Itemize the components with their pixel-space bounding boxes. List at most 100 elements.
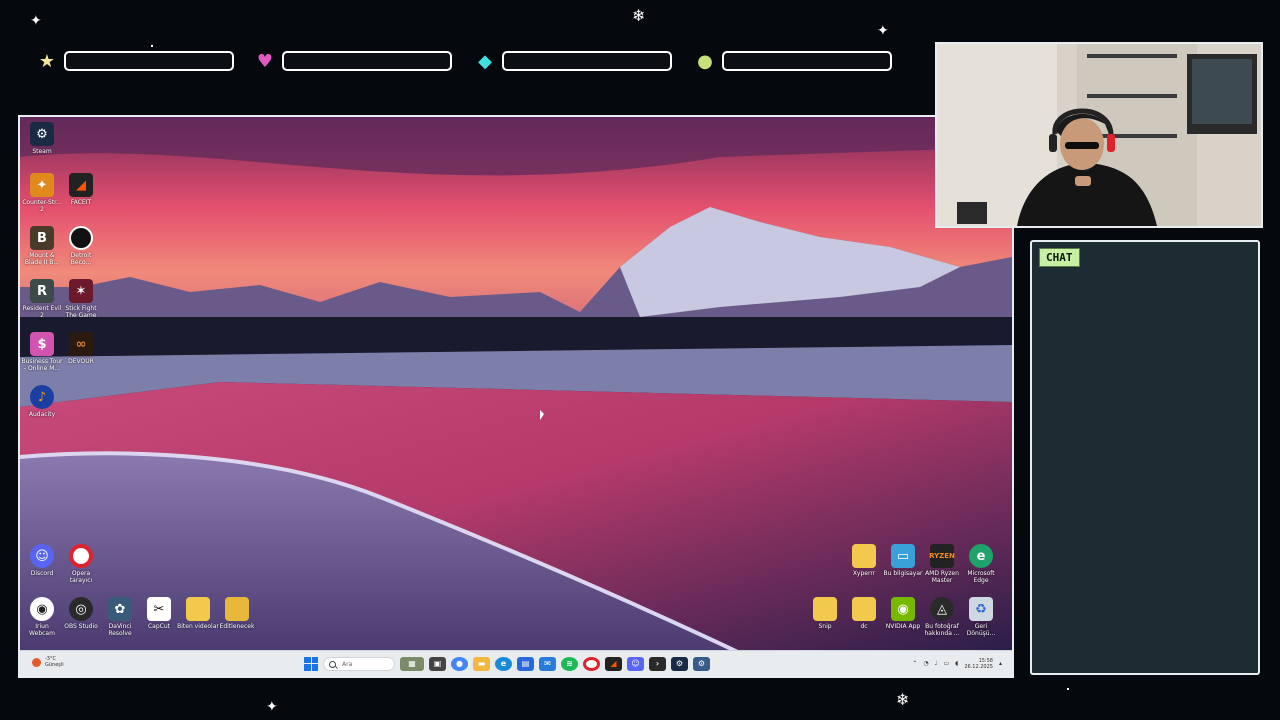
cyan-diamond-icon: ◆ <box>478 51 492 72</box>
mail-icon[interactable]: ✉ <box>539 656 556 671</box>
dot-icon <box>1067 688 1069 690</box>
desktop-icon-steam[interactable]: ⚙ Steam <box>20 122 64 155</box>
amd-ryzen-icon: RYZEN <box>929 544 955 568</box>
store-icon[interactable]: ▤ <box>517 656 534 671</box>
task-view-icon[interactable]: ▣ <box>429 656 446 671</box>
taskbar-clock[interactable]: 15:58 26.12.2025 <box>964 658 993 670</box>
mouse-cursor-icon <box>540 410 544 420</box>
recycle-bin-icon: ♻ <box>969 597 993 621</box>
desktop-icon-nvidia-app[interactable]: ◉ NVIDIA App <box>881 597 925 630</box>
chrome-icon[interactable]: ● <box>451 656 468 671</box>
microphone-icon[interactable]: ♩ <box>935 660 938 667</box>
desktop-icon-audacity[interactable]: ♪ Audacity <box>20 385 64 418</box>
steam-icon[interactable]: ⚙ <box>671 656 688 671</box>
resident-evil-icon: R <box>30 279 54 303</box>
desktop-icon-iriun-webcam[interactable]: ◉ Iriun Webcam <box>20 597 64 637</box>
desktop-icon-capcut[interactable]: ✂ CapCut <box>137 597 181 630</box>
desktop-icon-davinci-resolve[interactable]: ✿ DaVinci Resolve <box>98 597 142 637</box>
widgets-icon[interactable]: ▦ <box>400 656 424 671</box>
folder-icon <box>225 597 249 621</box>
taskbar-apps: Ara ▦ ▣ ● ▬ e ▤ ✉ ≋ ◢ ☺ › ⚙ ⚙ <box>304 655 710 672</box>
desktop-icon-bannerlord[interactable]: B Mount & Blade II B... <box>20 226 64 266</box>
chat-title: CHAT <box>1039 248 1080 267</box>
green-circle-icon: ● <box>697 51 713 72</box>
opera-icon[interactable] <box>583 656 600 671</box>
system-tray: ⌃ ◔ ♩ ▭ ◖ 15:58 26.12.2025 ▴ <box>912 655 1002 672</box>
folder-icon <box>852 544 876 568</box>
bannerlord-icon: B <box>30 226 54 250</box>
counter-strike-icon: ✦ <box>30 173 54 197</box>
nvidia-icon: ◉ <box>891 597 915 621</box>
edge-icon: e <box>969 544 993 568</box>
desktop-icon-microsoft-edge[interactable]: e Microsoft Edge <box>959 544 1003 584</box>
snowflake-icon: ❄ <box>896 690 910 709</box>
chat-panel: CHAT <box>1030 240 1260 675</box>
desktop-icon-counter-strike[interactable]: ✦ Counter-Str... 2 <box>20 173 64 213</box>
desktop-icon-detroit[interactable]: Detroit Beco... <box>59 226 103 266</box>
badge-bar <box>282 51 452 71</box>
dot-icon <box>151 45 153 47</box>
steam-icon: ⚙ <box>30 122 54 146</box>
desktop-icon-opera[interactable]: Opera tarayıcı <box>59 544 103 584</box>
desktop-icon-obs-studio[interactable]: ◎ OBS Studio <box>59 597 103 630</box>
stick-fight-icon: ✶ <box>69 279 93 303</box>
terminal-icon[interactable]: › <box>649 656 666 671</box>
desktop-icon-biten-videolar[interactable]: Biten videolar <box>176 597 220 630</box>
windows-taskbar: -3°C Güneşli Ara ▦ ▣ ● ▬ e ▤ ✉ ≋ ◢ ☺ › ⚙… <box>20 650 1012 676</box>
capcut-icon: ✂ <box>147 597 171 621</box>
yellow-star-icon: ★ <box>38 51 56 72</box>
desktop-icon-xyperrr[interactable]: Xyperrr <box>842 544 886 577</box>
desktop-icon-discord[interactable]: ☺ Discord <box>20 544 64 577</box>
desktop-icon-faceit[interactable]: ◢ FACEIT <box>59 173 103 206</box>
network-icon[interactable]: ◔ <box>923 660 928 667</box>
weather-widget[interactable]: -3°C Güneşli <box>32 655 82 672</box>
volume-icon[interactable]: ◖ <box>955 660 958 667</box>
desktop-icon-editlenecek[interactable]: Editlenecek <box>215 597 259 630</box>
desktop-icon-stick-fight[interactable]: ✶ Stick Fight The Game <box>59 279 103 319</box>
discord-icon: ☺ <box>30 544 54 568</box>
folder-icon <box>852 597 876 621</box>
desktop-icon-bu-bilgisayar[interactable]: ▭ Bu bilgisayar <box>881 544 925 577</box>
discord-icon[interactable]: ☺ <box>627 656 644 671</box>
folder-icon <box>186 597 210 621</box>
desktop-icon-resident-evil[interactable]: R Resident Evil 2 <box>20 279 64 319</box>
windows-start-icon[interactable] <box>304 656 318 671</box>
spotify-icon[interactable]: ≋ <box>561 656 578 671</box>
desktop-icon-recycle-bin[interactable]: ♻ Geri Dönüşü... <box>959 597 1003 637</box>
audacity-icon: ♪ <box>30 385 54 409</box>
pink-heart-icon: ♥ <box>256 51 274 72</box>
display-icon[interactable]: ▭ <box>944 660 950 667</box>
steam-alt-icon[interactable]: ⚙ <box>693 656 710 671</box>
stream-badge-row: ★ ♥ ◆ ● <box>36 49 896 75</box>
notification-bell-icon[interactable]: ▴ <box>999 660 1002 667</box>
file-explorer-icon[interactable]: ▬ <box>473 656 490 671</box>
edge-icon[interactable]: e <box>495 656 512 671</box>
sparkle-icon: ✦ <box>877 23 889 39</box>
badge-bar <box>722 51 892 71</box>
folder-icon <box>813 597 837 621</box>
camera-info-icon: ◬ <box>930 597 954 621</box>
desktop-icon-dc[interactable]: dc <box>842 597 886 630</box>
taskbar-search-input[interactable]: Ara <box>323 656 395 671</box>
sparkle-icon: ✦ <box>30 13 42 29</box>
desktop-icon-business-tour[interactable]: $ Business Tour - Online M... <box>20 332 64 372</box>
weather-description: Güneşli <box>45 662 64 668</box>
badge-bar <box>502 51 672 71</box>
obs-icon: ◎ <box>69 597 93 621</box>
chevron-up-icon[interactable]: ⌃ <box>912 660 917 667</box>
opera-icon <box>69 544 93 568</box>
desktop-icon-devour[interactable]: ∞ DEVOUR <box>59 332 103 365</box>
clock-date: 26.12.2025 <box>964 663 993 670</box>
desktop-icon-photo-info[interactable]: ◬ Bu fotoğraf hakkında ... <box>920 597 964 637</box>
desktop-capture-frame: ⚙ Steam ✦ Counter-Str... 2 ◢ FACEIT B Mo… <box>18 115 1014 678</box>
badge-bar <box>64 51 234 71</box>
desktop-icon-snip[interactable]: Snip <box>803 597 847 630</box>
snowflake-icon: ❄ <box>632 6 646 25</box>
webcam-feed <box>935 42 1263 228</box>
desktop-icon-amd-ryzen-master[interactable]: RYZEN AMD Ryzen Master <box>920 544 964 584</box>
iriun-webcam-icon: ◉ <box>30 597 54 621</box>
webcam-image <box>937 44 1261 226</box>
computer-icon: ▭ <box>891 544 915 568</box>
premiere-icon[interactable]: ◢ <box>605 656 622 671</box>
sparkle-icon: ✦ <box>266 699 278 715</box>
